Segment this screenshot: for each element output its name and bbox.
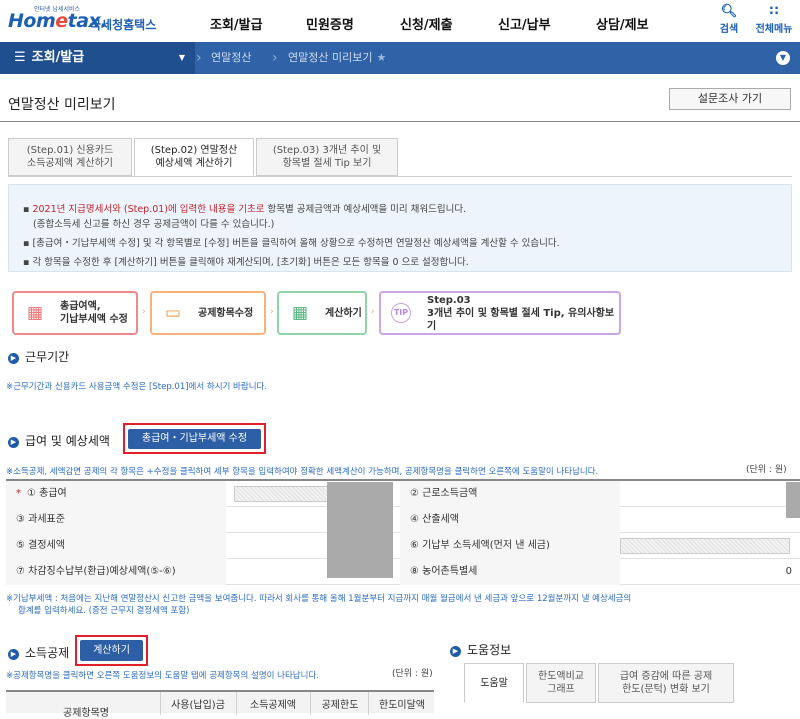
title-divider [0, 121, 800, 122]
col-used-amount: 사용(납입)금 [171, 700, 225, 711]
info-line-3: ▪ [총급여・기납부세액 수정] 및 각 항목별로 [수정] 버튼을 클릭하여 … [23, 238, 560, 249]
monitor-icon: ▭ [164, 303, 182, 323]
tip-icon: TIP [391, 303, 411, 323]
topnav-inquiry[interactable]: 조회/발급 [210, 14, 263, 33]
arrow-bullet-icon: ▶ [8, 353, 19, 364]
column-divider [310, 692, 311, 715]
unit-label: (단위 : 원) [392, 669, 433, 679]
flow-step-deduction[interactable]: ▭ 공제항목수정 [150, 291, 266, 335]
deduction-note: ※공제항목명을 클릭하면 오른쪽 도움정보의 도움말 탭에 공제항목의 설명이 … [6, 671, 319, 681]
table-row: ⑦ 차감징수납부(환급)예상세액(⑤-⑥) ⑧ 농어촌특별세 0 [6, 559, 800, 585]
top-header: 안터넷 납세서비스 Hometax. 국세청홈택스 조회/발급 민원증명 신청/… [0, 0, 800, 42]
table-row: * ① 총급여 ② 근로소득금액 [6, 481, 800, 507]
column-divider [368, 692, 369, 715]
all-menu-button[interactable]: ∷ 전체메뉴 [752, 4, 796, 35]
grid-icon: ∷ [769, 4, 779, 19]
salary-note: ※소득공제, 세액감면 공제의 각 항목은 +수정을 클릭하여 세부 항목을 입… [6, 467, 599, 477]
computed-tax-value [620, 507, 800, 533]
location-bar: ☰ 조회/발급 ▼ › 연말정산 › 연말정산 미리보기 ★ ▼ [0, 42, 800, 74]
flow-step-calculate[interactable]: ▦ 계산하기 [277, 291, 367, 335]
section-help-info: ▶ 도움정보 [450, 641, 511, 658]
hamburger-icon: ☰ [14, 50, 26, 65]
row-label-tax-base[interactable]: ③ 과세표준 [6, 507, 226, 533]
info-line-1: ▪ 2021년 지급명세서와 (Step.01)에 입력한 내용을 기초로 항목… [23, 204, 467, 215]
tab-help[interactable]: 도움말 [464, 663, 524, 703]
arrow-right-icon: › [371, 307, 375, 317]
calculate-button[interactable]: 계산하기 [80, 640, 143, 661]
survey-button[interactable]: 설문조사 가기 [669, 88, 791, 110]
logo-korean-name: 국세청홈택스 [90, 18, 157, 32]
chevron-right-icon: › [272, 50, 278, 66]
flow-step-tips[interactable]: TIP Step.03 3개년 추이 및 항목별 절세 Tip, 유의사항보기 [379, 291, 621, 335]
col-limit: 공제한도 [321, 700, 359, 711]
row-label-computed-tax[interactable]: ④ 산출세액 [400, 507, 620, 533]
row-label-earned-income[interactable]: ② 근로소득금액 [400, 481, 620, 507]
calculator-icon: ▦ [291, 303, 309, 323]
search-button[interactable]: 🔍︎ 검색 [716, 4, 742, 35]
tab-step02[interactable]: (Step.02) 연말정산 예상세액 계산하기 [134, 138, 254, 176]
favorite-star-icon[interactable]: ★ [376, 51, 386, 64]
deduction-table-header: 공제항목명 사용(납입)금 소득공제액 공제한도 한도미달액 [6, 690, 434, 719]
col-item-name: 공제항목명 [63, 708, 109, 719]
column-divider [236, 692, 237, 715]
tab-step01[interactable]: (Step.01) 신용카드 소득공제액 계산하기 [8, 138, 132, 176]
redacted-values [327, 482, 393, 578]
row-label-prepaid-tax[interactable]: ⑥ 기납부 소득세액(먼저 낸 세금) [400, 533, 620, 559]
breadcrumb-year-end[interactable]: 연말정산 [211, 42, 251, 74]
breadcrumb-preview[interactable]: 연말정산 미리보기 ★ [288, 42, 386, 74]
redacted-value [786, 482, 800, 518]
section-salary: ▶ 급여 및 예상세액 [8, 432, 110, 449]
expand-down-icon[interactable]: ▼ [776, 51, 790, 65]
tab-threshold-change[interactable]: 급여 증감에 따른 공제 한도(문턱) 변화 보기 [598, 663, 734, 703]
row-label-total-salary[interactable]: * ① 총급여 [6, 481, 226, 507]
info-line-2: (종합소득세 신고를 하신 경우 공제금액이 다를 수 있습니다.) [33, 219, 275, 230]
work-period-note: ※근무기간과 신용카드 사용금액 수정은 [Step.01]에서 하시기 바랍니… [6, 382, 268, 392]
arrow-bullet-icon: ▶ [8, 437, 19, 448]
arrow-right-icon: › [270, 307, 274, 317]
info-box: ▪ 2021년 지급명세서와 (Step.01)에 입력한 내용을 기초로 항목… [8, 184, 792, 272]
page-title: 연말정산 미리보기 [8, 97, 116, 113]
topnav-filing[interactable]: 신고/납부 [498, 14, 551, 33]
calendar-icon: ▦ [26, 303, 44, 323]
row-label-expected-refund[interactable]: ⑦ 차감징수납부(환급)예상세액(⑤-⑥) [6, 559, 226, 585]
arrow-right-icon: › [142, 307, 146, 317]
prepaid-tax-footnote-1: ※기납부세액 : 처음에는 지난해 연말정산시 신고한 금액을 보여줍니다. 따… [6, 594, 632, 604]
rural-tax-value: 0 [785, 566, 792, 577]
table-row: ③ 과세표준 ④ 산출세액 [6, 507, 800, 533]
tab-limit-graph[interactable]: 한도액비교 그래프 [526, 663, 596, 703]
section-work-period: ▶ 근무기간 [8, 348, 69, 365]
chevron-right-icon: › [196, 50, 202, 66]
row-label-determined-tax[interactable]: ⑤ 결정세액 [6, 533, 226, 559]
info-line-4: ▪ 각 항목을 수정한 후 [계산하기] 버튼을 클릭해야 재계산되며, [초기… [23, 257, 469, 268]
total-salary-value [234, 486, 330, 502]
tab-underline [8, 176, 792, 177]
arrow-bullet-icon: ▶ [8, 649, 19, 660]
unit-label: (단위 : 원) [746, 465, 787, 475]
prepaid-tax-value [620, 538, 790, 554]
topnav-application[interactable]: 신청/제출 [400, 14, 453, 33]
col-shortfall: 한도미달액 [379, 700, 425, 711]
table-row: ⑤ 결정세액 ⑥ 기납부 소득세액(먼저 낸 세금) [6, 533, 800, 559]
flow-step-salary[interactable]: ▦ 총급여액, 기납부세액 수정 [12, 291, 138, 335]
topnav-certificate[interactable]: 민원증명 [306, 14, 354, 33]
section-income-deduction: ▶ 소득공제 [8, 644, 69, 661]
tab-step03[interactable]: (Step.03) 3개년 추이 및 항목별 절세 Tip 보기 [256, 138, 398, 176]
row-label-rural-tax[interactable]: ⑧ 농어촌특별세 [400, 559, 620, 585]
column-divider [160, 692, 161, 715]
prepaid-tax-footnote-2: 합계를 입력하세요. (중전 근무지 결정세액 포함) [18, 606, 190, 616]
earned-income-value [620, 481, 800, 507]
arrow-bullet-icon: ▶ [450, 646, 461, 657]
topnav-consult[interactable]: 상담/제보 [596, 14, 649, 33]
edit-salary-button[interactable]: 총급여・기납부세액 수정 [128, 429, 261, 449]
caret-down-icon: ▼ [178, 53, 185, 62]
menu-dropdown[interactable]: ☰ 조회/발급 ▼ [0, 42, 195, 74]
col-deduction-amount: 소득공제액 [250, 700, 296, 711]
search-icon: 🔍︎ [720, 4, 738, 19]
